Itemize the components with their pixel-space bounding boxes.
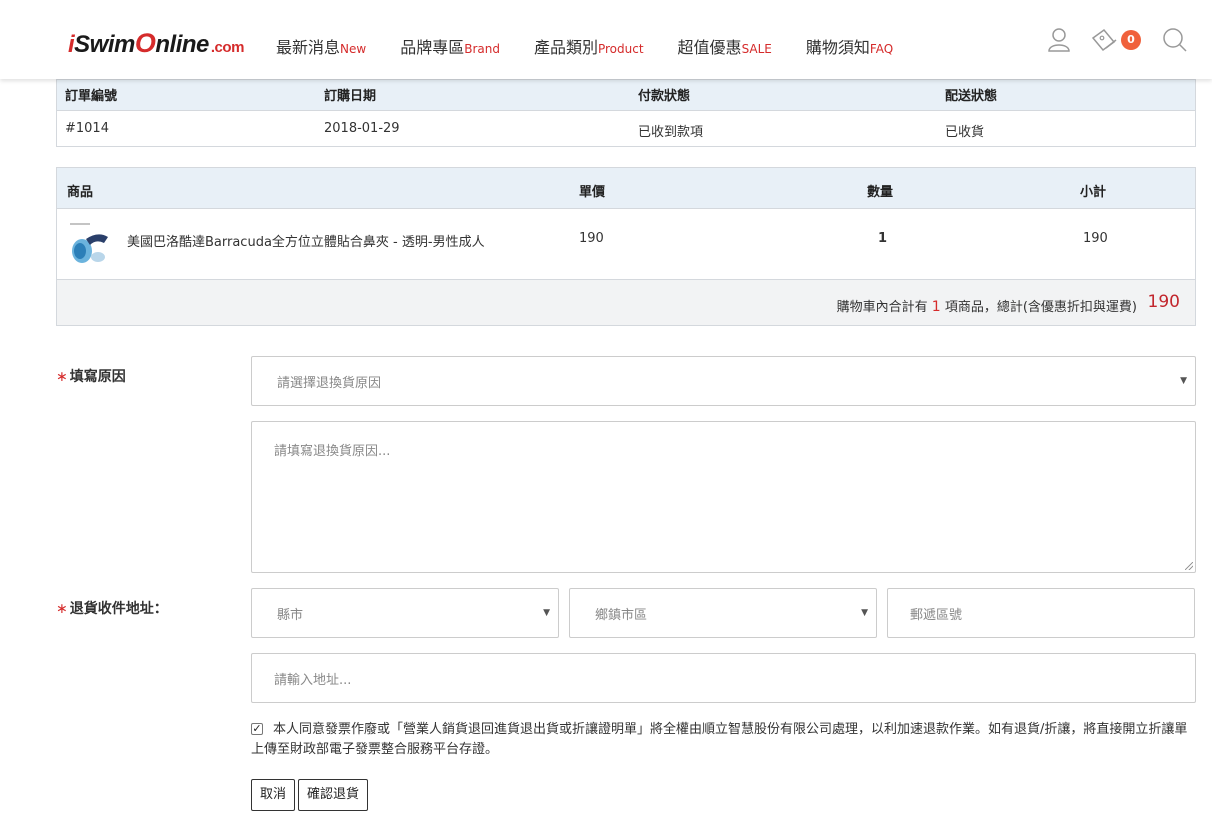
product-table-header: 商品 單價 數量 小計 [57,168,1195,209]
product-header: 商品 [67,185,94,200]
required-mark: ∗ [56,369,68,385]
nav-news[interactable]: 最新消息New [276,34,366,58]
cart-total-value: 190 [1147,292,1180,312]
delivery-status-header: 配送狀態 [945,89,998,104]
product-name[interactable]: 美國巴洛酷達Barracuda全方位立體貼合鼻夾 - 透明-男性成人 [127,231,485,250]
cancel-button[interactable]: 取消 [251,779,295,811]
site-header: iSwimOnline .com 最新消息New 品牌專區Brand 產品類別Pr… [0,0,1212,79]
cart-count-badge: 0 [1121,30,1141,50]
table-row: #1014 2018-01-29 已收到款項 已收貨 [57,111,1195,147]
product-thumbnail[interactable] [68,221,114,267]
cart-total-row: 購物車內合計有 1 項商品，總計(含優惠折扣與運費) 190 [57,280,1195,325]
address-label: ∗ 退貨收件地址： [56,601,168,617]
search-icon[interactable] [1161,26,1189,54]
product-subtotal: 190 [1083,231,1108,246]
subtotal-header: 小計 [1080,185,1107,200]
chevron-down-icon: ▼ [861,608,868,618]
reason-select[interactable]: 請選擇退換貨原因 ▼ [251,356,1196,406]
main-nav: 最新消息New 品牌專區Brand 產品類別Product 超值優惠SALE 購… [276,34,927,58]
resize-handle[interactable] [1185,562,1193,570]
agreement: ✓ 本人同意發票作廢或「營業人銷貨退回進貨退出貨或折讓證明單」將全權由順立智慧股… [251,720,1196,760]
order-table-header: 訂單編號 訂購日期 付款狀態 配送狀態 [57,80,1195,111]
logo-swim: Swim [74,31,135,58]
address-input[interactable]: 請輸入地址... [251,653,1196,703]
order-no: #1014 [65,121,109,136]
product-qty: 1 [878,231,888,246]
reason-textarea[interactable]: 請填寫退換貨原因... [251,421,1196,573]
cart-icon[interactable] [1090,26,1122,54]
order-date: 2018-01-29 [324,121,400,136]
payment-status: 已收到款項 [638,125,704,140]
table-row: 美國巴洛酷達Barracuda全方位立體貼合鼻夾 - 透明-男性成人 190 1… [57,209,1195,280]
logo-nline: nline [155,31,209,58]
order-info-table: 訂單編號 訂購日期 付款狀態 配送狀態 #1014 2018-01-29 已收到… [56,79,1196,147]
cart-summary-text: 購物車內合計有 1 項商品，總計(含優惠折扣與運費) [836,299,1137,315]
logo-dotcom: .com [210,39,245,56]
district-select[interactable]: 鄉鎮市區 ▼ [569,588,877,638]
site-logo[interactable]: iSwimOnline .com [68,28,244,59]
product-price: 190 [579,231,604,246]
nav-product[interactable]: 產品類別Product [534,34,644,58]
confirm-return-button[interactable]: 確認退貨 [298,779,368,811]
logo-o: O [134,28,156,58]
nav-faq[interactable]: 購物須知FAQ [806,34,893,58]
order-no-header: 訂單編號 [65,89,118,104]
nav-sale[interactable]: 超值優惠SALE [678,34,772,58]
payment-status-header: 付款狀態 [638,89,691,104]
agreement-text: 本人同意發票作廢或「營業人銷貨退回進貨退出貨或折讓證明單」將全權由順立智慧股份有… [251,722,1188,757]
product-table: 商品 單價 數量 小計 美國巴洛酷達Barracuda全方位立體貼合鼻夾 - 透… [56,167,1196,326]
zip-input[interactable]: 郵遞區號 [887,588,1195,638]
qty-header: 數量 [867,185,894,200]
user-icon[interactable] [1045,26,1073,54]
order-date-header: 訂購日期 [324,89,377,104]
chevron-down-icon: ▼ [1180,376,1187,386]
price-header: 單價 [579,185,606,200]
required-mark: ∗ [56,601,68,617]
chevron-down-icon: ▼ [543,608,550,618]
delivery-status: 已收貨 [945,125,985,140]
reason-label: ∗ 填寫原因 [56,369,126,385]
county-select[interactable]: 縣市 ▼ [251,588,559,638]
nav-brand[interactable]: 品牌專區Brand [400,34,500,58]
agree-checkbox[interactable]: ✓ [251,723,263,735]
